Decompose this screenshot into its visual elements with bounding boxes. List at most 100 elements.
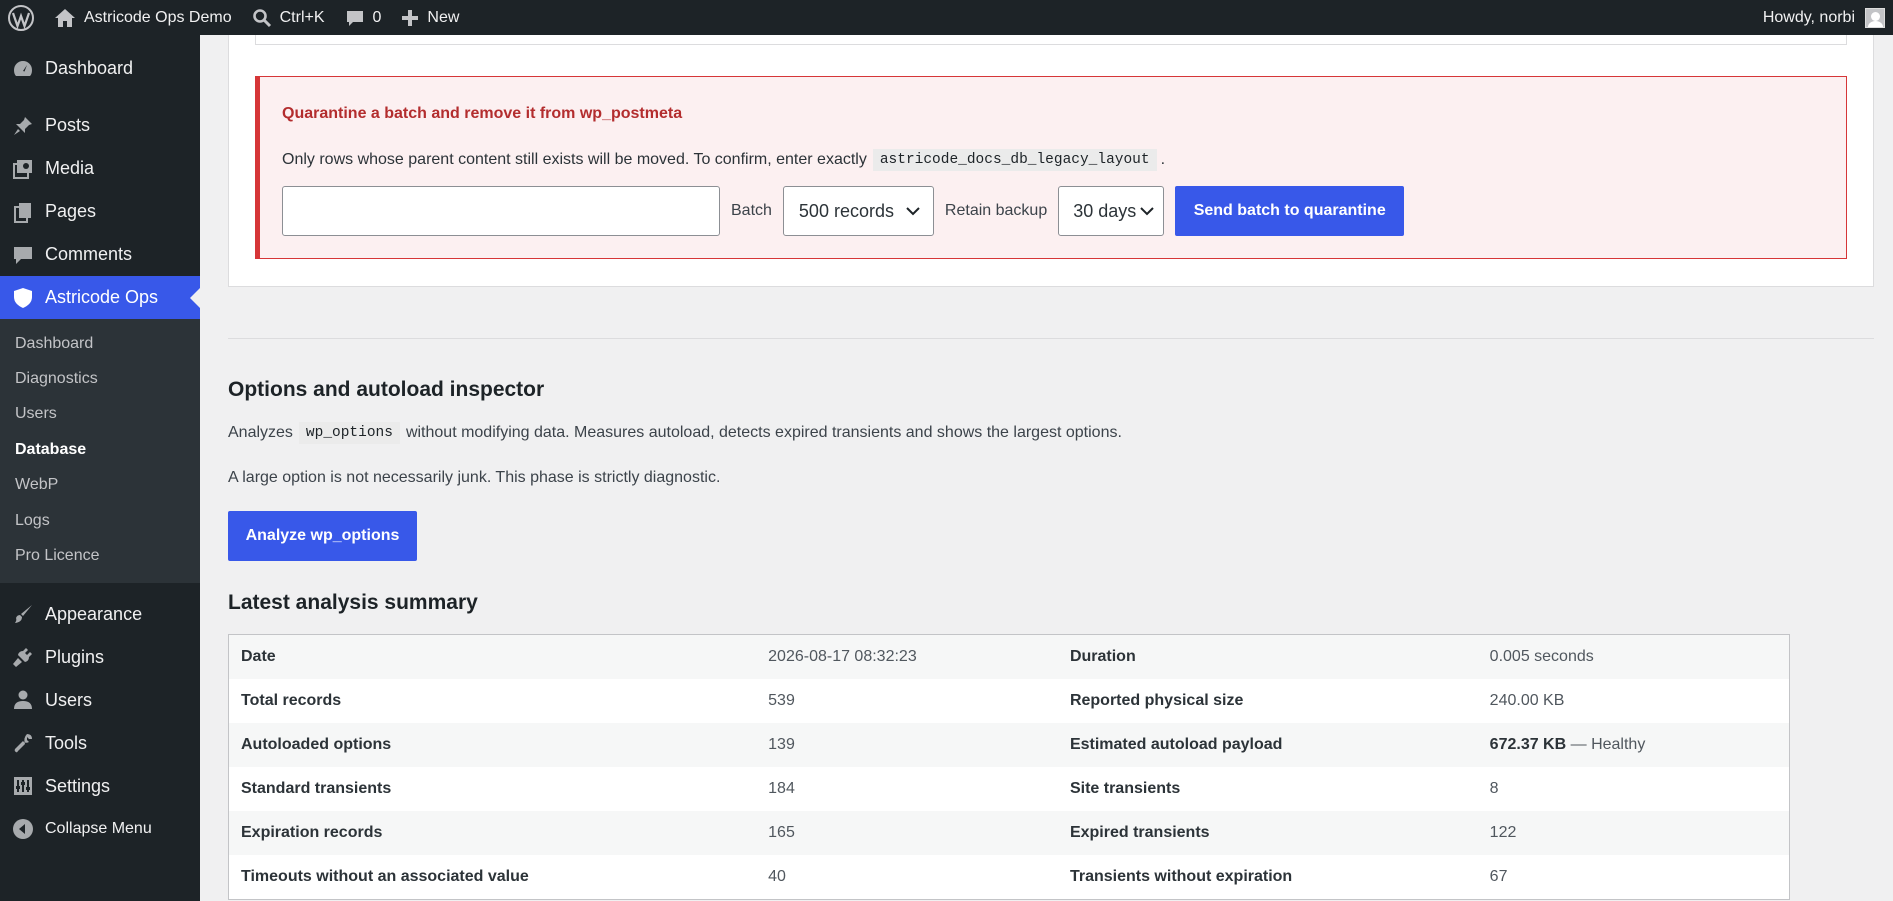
submenu-diagnostics[interactable]: Diagnostics — [0, 361, 200, 396]
menu-label: Posts — [45, 115, 91, 135]
summary-value: 8 — [1489, 780, 1499, 798]
submenu-pro-licence[interactable]: Pro Licence — [0, 538, 200, 573]
menu-pages[interactable]: Pages — [0, 190, 200, 233]
summary-key: Transients without expiration — [1069, 868, 1293, 886]
summary-table: Date 2026-08-17 08:32:23 Duration 0.005 … — [228, 634, 1790, 901]
menu-users[interactable]: Users — [0, 679, 200, 722]
menu-dashboard[interactable]: Dashboard — [0, 47, 200, 90]
search-shortcut: Ctrl+K — [279, 8, 325, 26]
new-content-button[interactable]: New — [391, 0, 469, 35]
autoload-payload-value: 672.37 KB — [1489, 735, 1567, 753]
new-label: New — [427, 8, 460, 26]
summary-value: 0.005 seconds — [1477, 634, 1790, 679]
menu-label: Pages — [45, 201, 97, 221]
summary-value: 139 — [756, 722, 1058, 768]
retain-select[interactable]: 30 days — [1058, 186, 1165, 236]
wp-logo-button[interactable] — [0, 0, 44, 35]
menu-appearance[interactable]: Appearance — [0, 593, 200, 636]
menu-label: Media — [45, 158, 95, 178]
summary-key: Date — [228, 634, 757, 679]
menu-comments[interactable]: Comments — [0, 233, 200, 276]
table-row: Timeouts without an associated value 40 … — [229, 855, 1790, 899]
table-row: Date 2026-08-17 08:32:23 Duration 0.005 … — [228, 634, 1790, 679]
summary-key: Autoloaded options — [228, 722, 757, 768]
analyze-options-button[interactable]: Analyze wp_options — [228, 511, 417, 561]
summary-value-cell: 672.37 KB — Healthy — [1477, 722, 1790, 768]
summary-key: Timeouts without an associated value — [241, 868, 529, 886]
plug-icon — [13, 648, 32, 668]
send-to-quarantine-button[interactable]: Send batch to quarantine — [1175, 186, 1405, 236]
summary-value: 2026-08-17 08:32:23 — [756, 634, 1058, 679]
table-row: Expiration records 165 Expired transient… — [228, 811, 1790, 856]
table-row: Standard transients 184 Site transients … — [229, 767, 1790, 811]
comment-icon — [14, 246, 32, 264]
summary-key: Site transients — [1069, 780, 1181, 798]
admin-bar: Astricode Ops Demo Ctrl+K 0 New Howdy, n… — [0, 0, 1893, 35]
brush-icon — [15, 605, 32, 624]
summary-value: 184 — [768, 780, 795, 798]
batch-value: 500 records — [798, 200, 894, 221]
batch-label: Batch — [731, 202, 772, 219]
menu-posts[interactable]: Posts — [0, 104, 200, 147]
dashboard-icon — [14, 60, 32, 76]
summary-key: Reported physical size — [1069, 691, 1244, 709]
inspector-desc-prefix: Analyzes — [228, 424, 293, 441]
chevron-down-icon — [1140, 207, 1154, 216]
quarantine-form: Batch 500 records Retain backup 30 days … — [282, 186, 1405, 236]
site-name-link[interactable]: Astricode Ops Demo — [44, 0, 242, 35]
collapse-menu-button[interactable]: Collapse Menu — [0, 808, 200, 851]
confirm-input[interactable] — [282, 186, 720, 236]
menu-label: Comments — [45, 244, 133, 264]
submenu-database[interactable]: Database — [0, 432, 200, 467]
menu-astricode-ops[interactable]: Astricode Ops — [0, 276, 200, 319]
summary-value: 539 — [768, 691, 795, 709]
wordpress-icon — [8, 4, 34, 31]
previous-panel-edge — [255, 35, 1847, 45]
settings-icon — [14, 777, 32, 796]
site-name: Astricode Ops Demo — [84, 8, 232, 26]
quarantine-title: Quarantine a batch and remove it from wp… — [282, 105, 683, 122]
summary-value: 67 — [1489, 868, 1508, 886]
quarantine-description: Only rows whose parent content still exi… — [282, 149, 1165, 171]
menu-plugins[interactable]: Plugins — [0, 636, 200, 679]
account-menu[interactable]: Howdy, norbi — [1763, 7, 1893, 28]
menu-media[interactable]: Media — [0, 147, 200, 190]
menu-label: Dashboard — [45, 58, 134, 78]
submenu-users[interactable]: Users — [0, 397, 200, 432]
autoload-health-status: — Healthy — [1570, 735, 1646, 753]
search-icon — [252, 8, 271, 27]
menu-tools[interactable]: Tools — [0, 722, 200, 765]
retain-label: Retain backup — [944, 202, 1048, 219]
summary-key: Expired transients — [1057, 811, 1478, 856]
chevron-down-icon — [906, 207, 920, 216]
summary-key: Duration — [1057, 634, 1478, 679]
summary-key: Standard transients — [241, 780, 392, 798]
summary-value: 40 — [768, 868, 786, 886]
menu-label: Collapse Menu — [45, 820, 152, 838]
shield-icon — [14, 287, 32, 308]
summary-value: 165 — [756, 811, 1058, 856]
inspector-title: Options and autoload inspector — [228, 378, 545, 401]
submenu-webp[interactable]: WebP — [0, 468, 200, 503]
home-icon — [55, 8, 75, 27]
comment-icon — [346, 10, 363, 26]
cleanup-card: Quarantine a batch and remove it from wp… — [228, 35, 1874, 287]
astricode-submenu: Dashboard Diagnostics Users Database Web… — [0, 319, 200, 583]
batch-select[interactable]: 500 records — [782, 186, 934, 236]
menu-label: Astricode Ops — [45, 287, 159, 307]
summary-key: Total records — [241, 691, 342, 709]
menu-settings[interactable]: Settings — [0, 765, 200, 808]
table-row: Total records 539 Reported physical size… — [229, 679, 1790, 723]
wrench-icon — [14, 734, 32, 753]
confirm-code: astricode_docs_db_legacy_layout — [872, 149, 1157, 171]
summary-title: Latest analysis summary — [228, 591, 478, 614]
menu-label: Tools — [45, 732, 88, 753]
section-divider — [228, 338, 1874, 339]
plus-icon — [402, 9, 419, 26]
comments-link[interactable]: 0 — [335, 0, 392, 35]
submenu-logs[interactable]: Logs — [0, 503, 200, 538]
media-icon — [13, 159, 32, 179]
submenu-dashboard[interactable]: Dashboard — [0, 326, 200, 361]
summary-key: Estimated autoload payload — [1057, 722, 1478, 768]
search-shortcut-button[interactable]: Ctrl+K — [242, 0, 335, 35]
